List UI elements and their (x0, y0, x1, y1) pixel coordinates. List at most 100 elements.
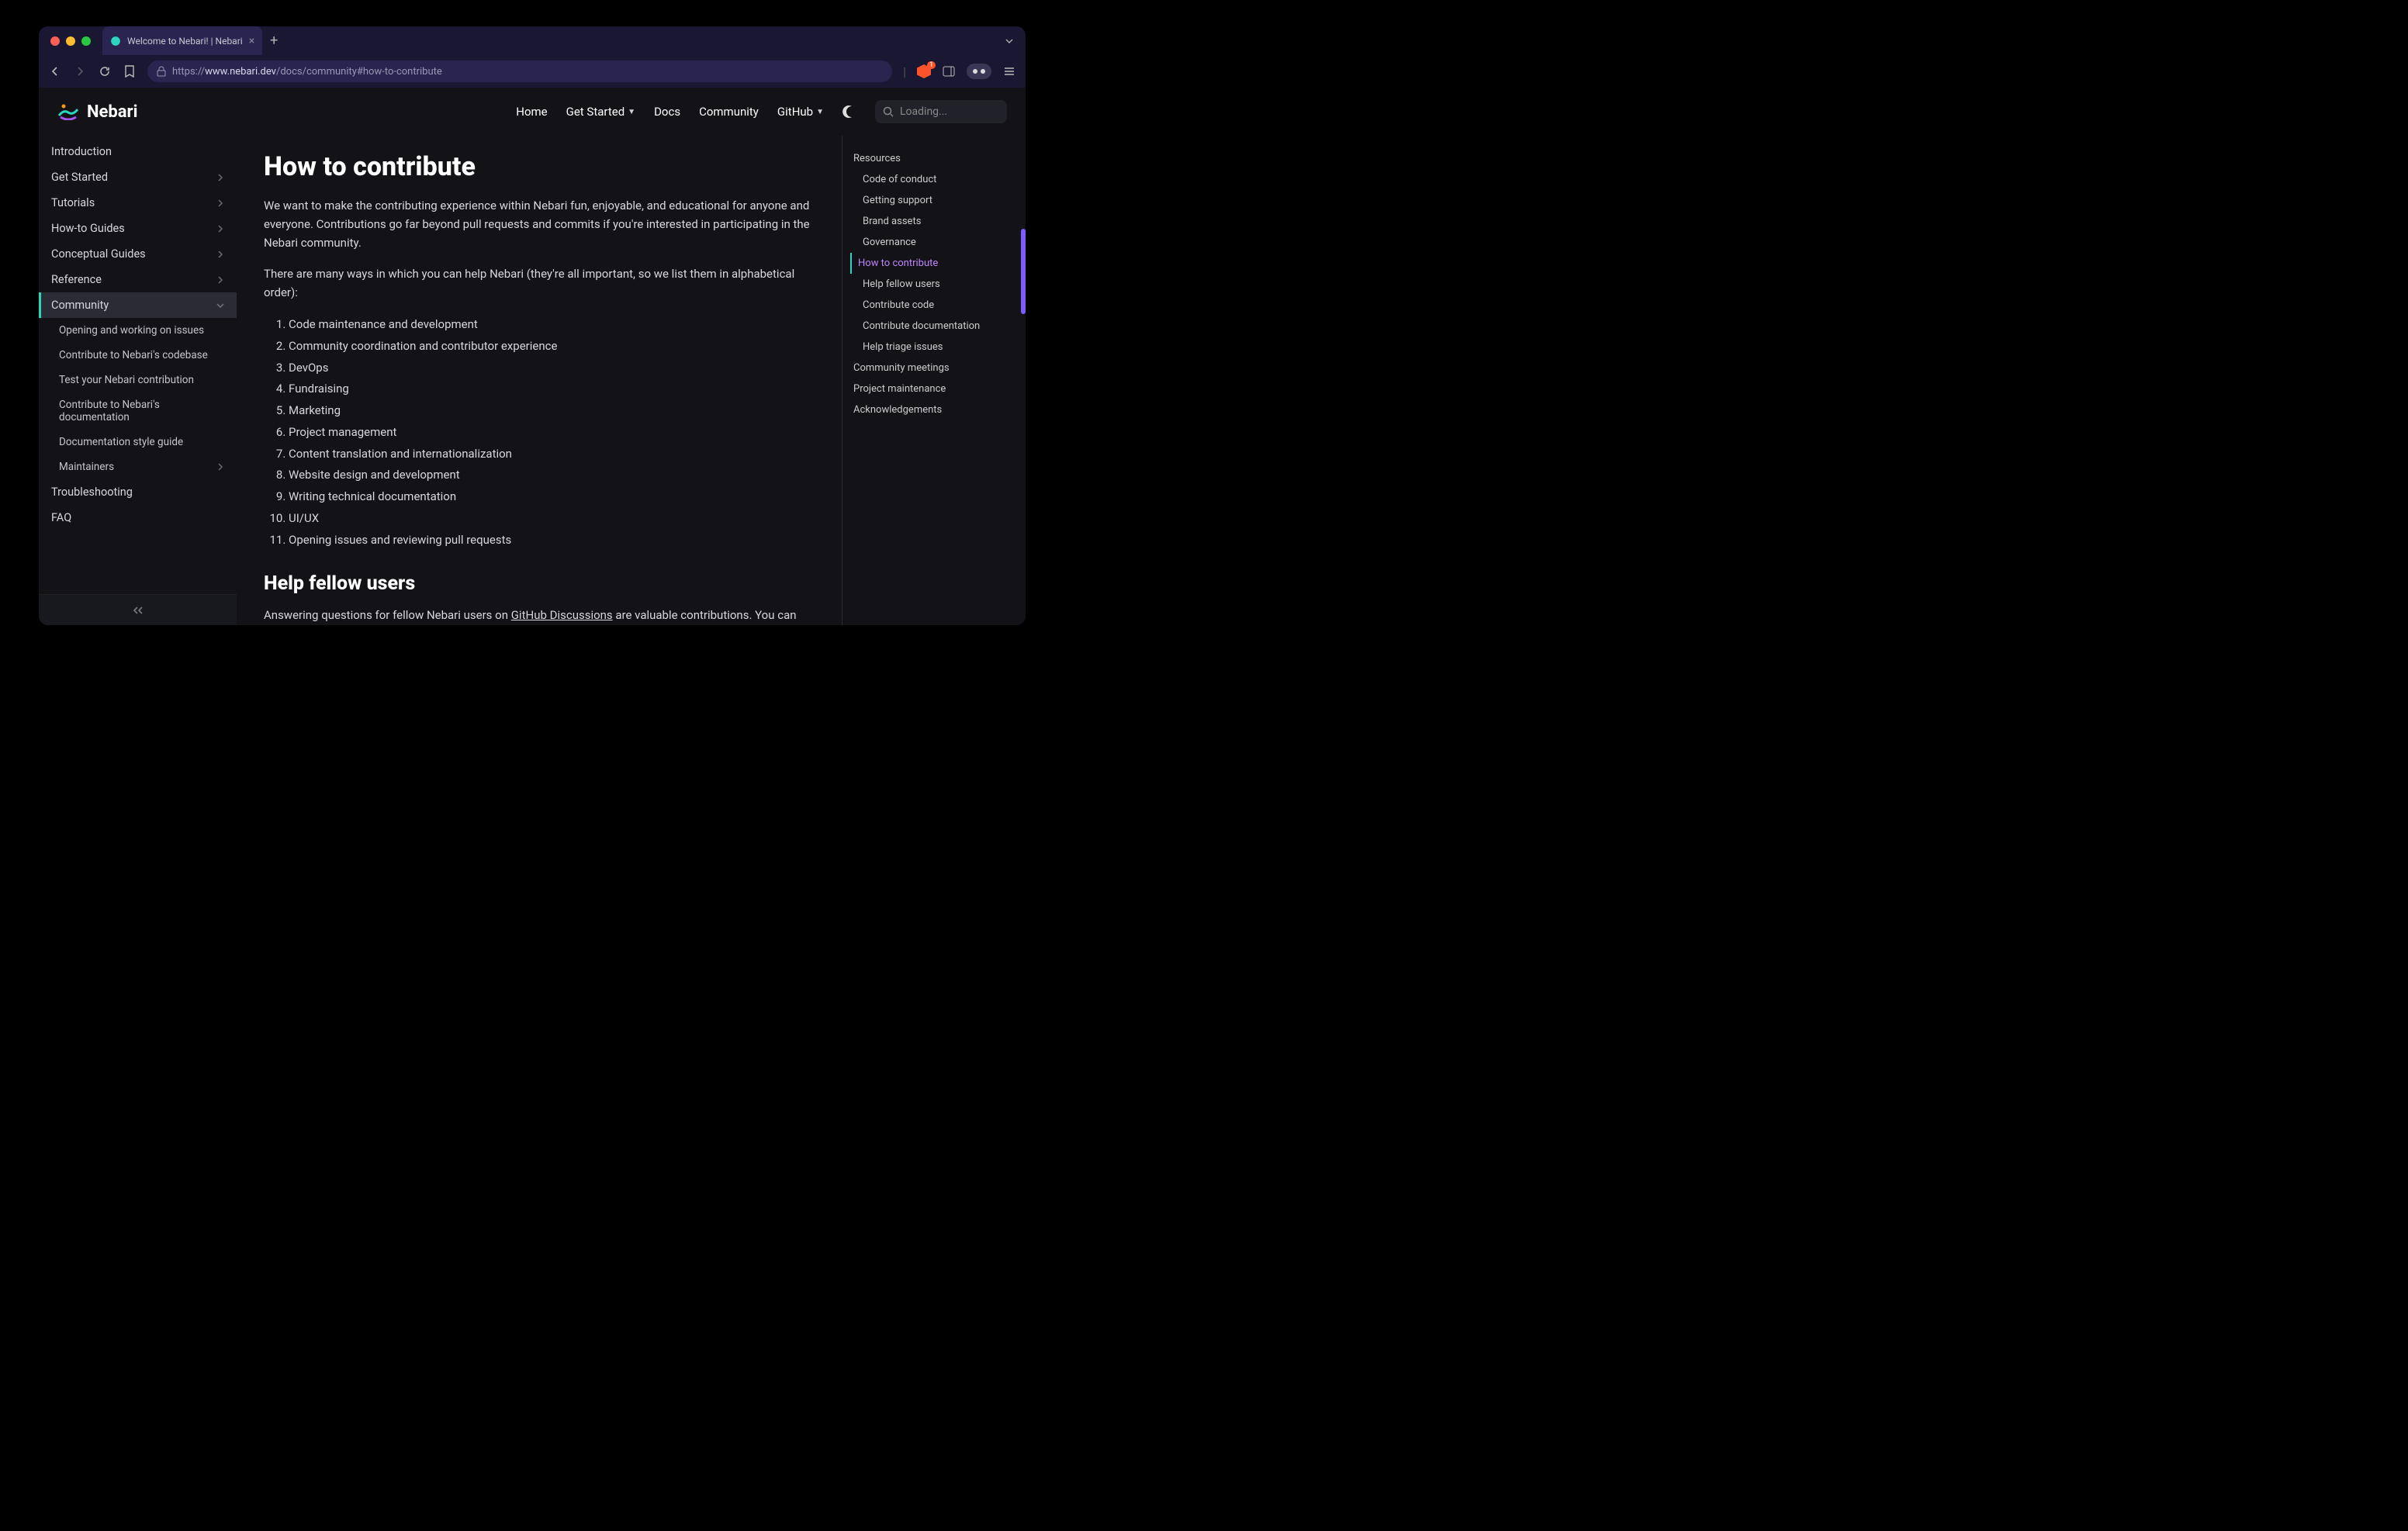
chevron-right-icon (216, 463, 224, 471)
sidebar-item-label: Reference (51, 273, 102, 286)
new-tab-button[interactable]: + (270, 33, 278, 49)
section-help-users: Help fellow users (264, 572, 815, 595)
toc-item[interactable]: Code of conduct (850, 169, 1018, 190)
chevron-right-icon (216, 199, 224, 207)
sidebar-item-label: Conceptual Guides (51, 247, 146, 261)
menu-icon[interactable] (1002, 64, 1016, 78)
close-tab-icon[interactable]: × (249, 35, 254, 47)
window-controls (50, 36, 91, 46)
toc-item[interactable]: Community meetings (850, 358, 1018, 378)
site-search[interactable]: Loading... (875, 100, 1007, 123)
nav-getstarted[interactable]: Get Started▼ (566, 105, 635, 119)
sidebar-item-label: Get Started (51, 171, 108, 184)
collapse-sidebar-button[interactable] (39, 594, 237, 625)
nav-home[interactable]: Home (516, 105, 547, 119)
reload-icon[interactable] (98, 64, 112, 78)
sidebar-item-label: Maintainers (59, 461, 114, 473)
sidebar-item-label: How-to Guides (51, 222, 125, 235)
sidebar-item-label: Introduction (51, 145, 112, 158)
toc-item[interactable]: Acknowledgements (850, 399, 1018, 420)
sidepanel-icon[interactable] (942, 64, 956, 78)
chevron-right-icon (216, 225, 224, 233)
lock-icon (157, 66, 166, 77)
sidebar-item-label: Community (51, 299, 109, 312)
list-item: Marketing (289, 400, 815, 422)
table-of-contents: ResourcesCode of conductGetting supportB… (842, 136, 1026, 625)
sidebar-item-label: Troubleshooting (51, 486, 133, 499)
intro-paragraph-2: There are many ways in which you can hel… (264, 264, 815, 302)
sidebar-item-faq[interactable]: FAQ (39, 505, 237, 530)
article-main: How to contribute We want to make the co… (237, 136, 842, 625)
link-github-discussions[interactable]: GitHub Discussions (511, 608, 613, 622)
toc-item[interactable]: Resources (850, 148, 1018, 169)
sidebar-item-label: Documentation style guide (59, 436, 183, 448)
sidebar-subitem[interactable]: Documentation style guide (39, 430, 237, 454)
search-placeholder: Loading... (900, 105, 947, 118)
minimize-window-button[interactable] (66, 36, 75, 46)
chevron-down-icon: ▼ (816, 108, 824, 116)
sidebar-item-reference[interactable]: Reference (39, 267, 237, 292)
forward-icon[interactable] (73, 64, 87, 78)
close-window-button[interactable] (50, 36, 60, 46)
sidebar-item-conceptual-guides[interactable]: Conceptual Guides (39, 241, 237, 267)
browser-window: Welcome to Nebari! | Nebari × + https://… (39, 26, 1026, 625)
sidebar-item-how-to-guides[interactable]: How-to Guides (39, 216, 237, 241)
intro-paragraph-1: We want to make the contributing experie… (264, 196, 815, 252)
brave-shield-icon[interactable]: 1 (917, 64, 931, 78)
titlebar: Welcome to Nebari! | Nebari × + (39, 26, 1026, 55)
site-logo[interactable]: Nebari (57, 102, 137, 122)
nebari-logo-icon (57, 103, 79, 120)
chevron-down-icon: ▼ (628, 108, 635, 116)
theme-toggle-icon[interactable] (842, 105, 856, 119)
brand-text: Nebari (87, 102, 137, 122)
bookmark-icon[interactable] (123, 64, 137, 78)
toc-item[interactable]: Project maintenance (850, 378, 1018, 399)
maximize-window-button[interactable] (81, 36, 91, 46)
toc-item[interactable]: Getting support (850, 190, 1018, 211)
browser-tab[interactable]: Welcome to Nebari! | Nebari × (102, 26, 262, 55)
url-bar[interactable]: https://www.nebari.dev/docs/community#ho… (147, 60, 892, 82)
help-users-paragraph: Answering questions for fellow Nebari us… (264, 606, 815, 625)
list-item: Writing technical documentation (289, 486, 815, 508)
browser-toolbar: https://www.nebari.dev/docs/community#ho… (39, 55, 1026, 88)
nebari-favicon-icon (110, 36, 121, 47)
list-item: DevOps (289, 358, 815, 379)
sidebar-item-troubleshooting[interactable]: Troubleshooting (39, 479, 237, 505)
toc-item[interactable]: Governance (850, 232, 1018, 253)
toc-item[interactable]: Contribute code (850, 295, 1018, 316)
nav-docs[interactable]: Docs (654, 105, 680, 119)
contribute-ways-list: Code maintenance and developmentCommunit… (264, 314, 815, 551)
sidebar-item-community[interactable]: Community (39, 292, 237, 318)
sidebar-subitem[interactable]: Contribute to Nebari's codebase (39, 343, 237, 368)
tab-title: Welcome to Nebari! | Nebari (127, 36, 243, 47)
list-item: Opening issues and reviewing pull reques… (289, 530, 815, 551)
toc-item[interactable]: Brand assets (850, 211, 1018, 232)
sidebar-subitem[interactable]: Contribute to Nebari's documentation (39, 392, 237, 430)
sidebar-item-label: Opening and working on issues (59, 324, 204, 337)
docs-sidebar: Introduction Get Started Tutorials How-to G… (39, 136, 237, 625)
scrollbar-thumb[interactable] (1021, 229, 1026, 314)
tabs-dropdown-icon[interactable] (1005, 36, 1014, 46)
nav-github[interactable]: GitHub▼ (777, 105, 824, 119)
nav-community[interactable]: Community (699, 105, 759, 119)
sidebar-item-introduction[interactable]: Introduction (39, 139, 237, 164)
profile-icon[interactable] (967, 64, 991, 79)
sidebar-item-tutorials[interactable]: Tutorials (39, 190, 237, 216)
sidebar-item-label: Contribute to Nebari's codebase (59, 349, 208, 361)
sidebar-item-label: Tutorials (51, 196, 95, 209)
sidebar-item-get-started[interactable]: Get Started (39, 164, 237, 190)
back-icon[interactable] (48, 64, 62, 78)
sidebar-subitem[interactable]: Maintainers (39, 454, 237, 479)
toc-item[interactable]: Help fellow users (850, 274, 1018, 295)
toc-item[interactable]: How to contribute (850, 253, 1018, 274)
sidebar-item-label: Test your Nebari contribution (59, 374, 194, 386)
sidebar-subitem[interactable]: Opening and working on issues (39, 318, 237, 343)
chevron-right-icon (216, 251, 224, 258)
sidebar-subitem[interactable]: Test your Nebari contribution (39, 368, 237, 392)
toc-item[interactable]: Contribute documentation (850, 316, 1018, 337)
url-text: https://www.nebari.dev/docs/community#ho… (172, 66, 442, 78)
site-header: Nebari Home Get Started▼ Docs Community … (39, 88, 1026, 136)
toc-item[interactable]: Help triage issues (850, 337, 1018, 358)
list-item: Project management (289, 422, 815, 444)
list-item: Code maintenance and development (289, 314, 815, 336)
